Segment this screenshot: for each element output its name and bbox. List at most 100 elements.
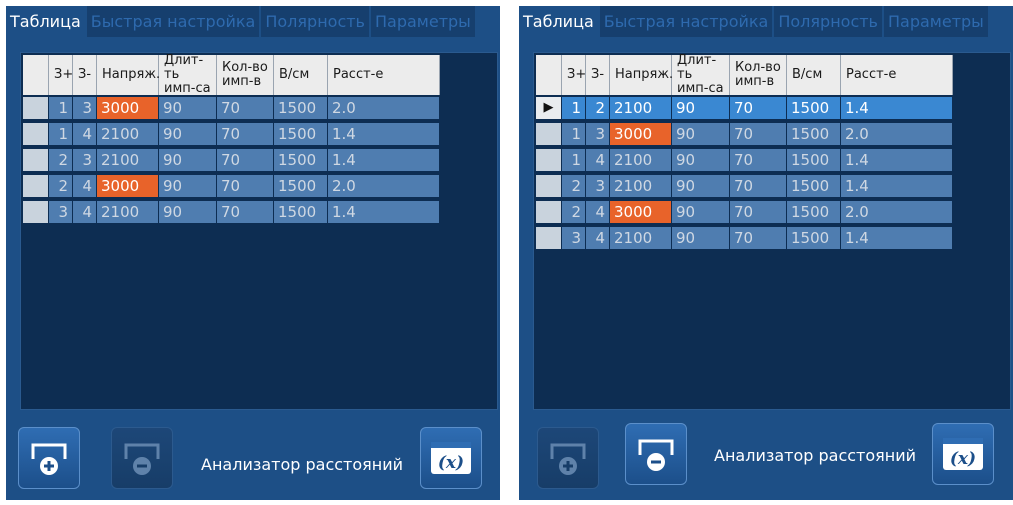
cell-v-per-cm[interactable]: 1500 [274,149,328,171]
cell-zone-minus[interactable]: 3 [586,123,610,145]
cell-zone-plus[interactable]: 1 [49,97,73,119]
cell-v-per-cm[interactable]: 1500 [787,123,841,145]
table-row[interactable]: 2 4 3000 90 70 1500 2.0 [536,201,953,223]
cell-v-per-cm[interactable]: 1500 [787,227,841,249]
cell-row-selector[interactable] [23,123,49,145]
tab-table[interactable]: Таблица [6,6,85,37]
formula-button[interactable]: (x) [932,423,994,485]
cell-distance[interactable]: 1.4 [328,149,440,171]
table-row[interactable]: 1 4 2100 90 70 1500 1.4 [536,149,953,171]
cell-v-per-cm[interactable]: 1500 [274,97,328,119]
cell-pulse-count[interactable]: 70 [730,123,787,145]
formula-button[interactable]: (x) [420,427,482,489]
cell-duration[interactable]: 90 [672,149,730,171]
cell-voltage[interactable]: 2100 [610,97,672,119]
cell-zone-minus[interactable]: 4 [586,201,610,223]
cell-zone-plus[interactable]: 3 [562,227,586,249]
cell-row-selector[interactable]: ▶ [536,97,562,119]
cell-row-selector[interactable] [536,149,562,171]
cell-row-selector[interactable] [536,227,562,249]
table-row[interactable]: 2 3 2100 90 70 1500 1.4 [23,149,440,171]
cell-v-per-cm[interactable]: 1500 [787,97,841,119]
cell-v-per-cm[interactable]: 1500 [787,149,841,171]
cell-duration[interactable]: 90 [159,123,217,145]
cell-duration[interactable]: 90 [159,97,217,119]
cell-voltage[interactable]: 3000 [97,97,159,119]
cell-distance[interactable]: 2.0 [328,97,440,119]
tab-polarity[interactable]: Полярность [774,6,882,37]
cell-zone-minus[interactable]: 4 [73,175,97,197]
cell-voltage[interactable]: 2100 [610,227,672,249]
remove-row-button[interactable] [111,427,173,489]
cell-pulse-count[interactable]: 70 [730,175,787,197]
cell-pulse-count[interactable]: 70 [730,227,787,249]
cell-duration[interactable]: 90 [159,175,217,197]
tab-quick-setup[interactable]: Быстрая настройка [86,6,260,37]
cell-voltage[interactable]: 3000 [97,175,159,197]
cell-v-per-cm[interactable]: 1500 [274,123,328,145]
cell-v-per-cm[interactable]: 1500 [787,201,841,223]
cell-duration[interactable]: 90 [672,201,730,223]
cell-voltage[interactable]: 2100 [97,123,159,145]
cell-zone-plus[interactable]: 2 [49,175,73,197]
tab-polarity[interactable]: Полярность [261,6,369,37]
cell-pulse-count[interactable]: 70 [217,97,274,119]
cell-row-selector[interactable] [23,149,49,171]
cell-zone-minus[interactable]: 3 [586,175,610,197]
cell-row-selector[interactable] [536,175,562,197]
cell-zone-plus[interactable]: 1 [562,149,586,171]
cell-row-selector[interactable] [536,201,562,223]
cell-v-per-cm[interactable]: 1500 [787,175,841,197]
cell-zone-plus[interactable]: 1 [562,123,586,145]
cell-zone-plus[interactable]: 2 [562,175,586,197]
tab-table[interactable]: Таблица [519,6,598,37]
cell-distance[interactable]: 2.0 [841,201,953,223]
cell-row-selector[interactable] [23,97,49,119]
cell-distance[interactable]: 1.4 [841,149,953,171]
cell-distance[interactable]: 1.4 [841,175,953,197]
cell-zone-minus[interactable]: 3 [73,97,97,119]
table-row[interactable]: 2 4 3000 90 70 1500 2.0 [23,175,440,197]
table-row[interactable]: 3 4 2100 90 70 1500 1.4 [23,201,440,223]
cell-zone-minus[interactable]: 4 [73,201,97,223]
cell-pulse-count[interactable]: 70 [217,201,274,223]
cell-duration[interactable]: 90 [159,149,217,171]
cell-distance[interactable]: 1.4 [841,227,953,249]
cell-distance[interactable]: 2.0 [841,123,953,145]
cell-voltage[interactable]: 2100 [97,201,159,223]
tab-parameters[interactable]: Параметры [883,6,988,37]
cell-voltage[interactable]: 2100 [97,149,159,171]
add-row-button[interactable] [18,427,80,489]
cell-v-per-cm[interactable]: 1500 [274,201,328,223]
cell-duration[interactable]: 90 [672,123,730,145]
add-row-button[interactable] [537,427,599,489]
cell-distance[interactable]: 1.4 [841,97,953,119]
cell-voltage[interactable]: 2100 [610,175,672,197]
cell-zone-plus[interactable]: 1 [49,123,73,145]
table-row[interactable]: ▶ 1 2 2100 90 70 1500 1.4 [536,97,953,119]
cell-row-selector[interactable] [23,201,49,223]
table-row[interactable]: 2 3 2100 90 70 1500 1.4 [536,175,953,197]
cell-voltage[interactable]: 3000 [610,201,672,223]
cell-voltage[interactable]: 2100 [610,149,672,171]
cell-pulse-count[interactable]: 70 [730,201,787,223]
cell-zone-minus[interactable]: 2 [586,97,610,119]
table-row[interactable]: 1 3 3000 90 70 1500 2.0 [536,123,953,145]
tab-parameters[interactable]: Параметры [370,6,475,37]
cell-duration[interactable]: 90 [672,97,730,119]
remove-row-button[interactable] [625,423,687,485]
cell-pulse-count[interactable]: 70 [730,97,787,119]
cell-distance[interactable]: 1.4 [328,123,440,145]
cell-zone-plus[interactable]: 1 [562,97,586,119]
cell-row-selector[interactable] [536,123,562,145]
cell-zone-minus[interactable]: 4 [586,149,610,171]
cell-duration[interactable]: 90 [672,175,730,197]
cell-voltage[interactable]: 3000 [610,123,672,145]
cell-distance[interactable]: 2.0 [328,175,440,197]
cell-v-per-cm[interactable]: 1500 [274,175,328,197]
tab-quick-setup[interactable]: Быстрая настройка [599,6,773,37]
table-row[interactable]: 1 4 2100 90 70 1500 1.4 [23,123,440,145]
cell-pulse-count[interactable]: 70 [217,175,274,197]
table-row[interactable]: 1 3 3000 90 70 1500 2.0 [23,97,440,119]
cell-distance[interactable]: 1.4 [328,201,440,223]
